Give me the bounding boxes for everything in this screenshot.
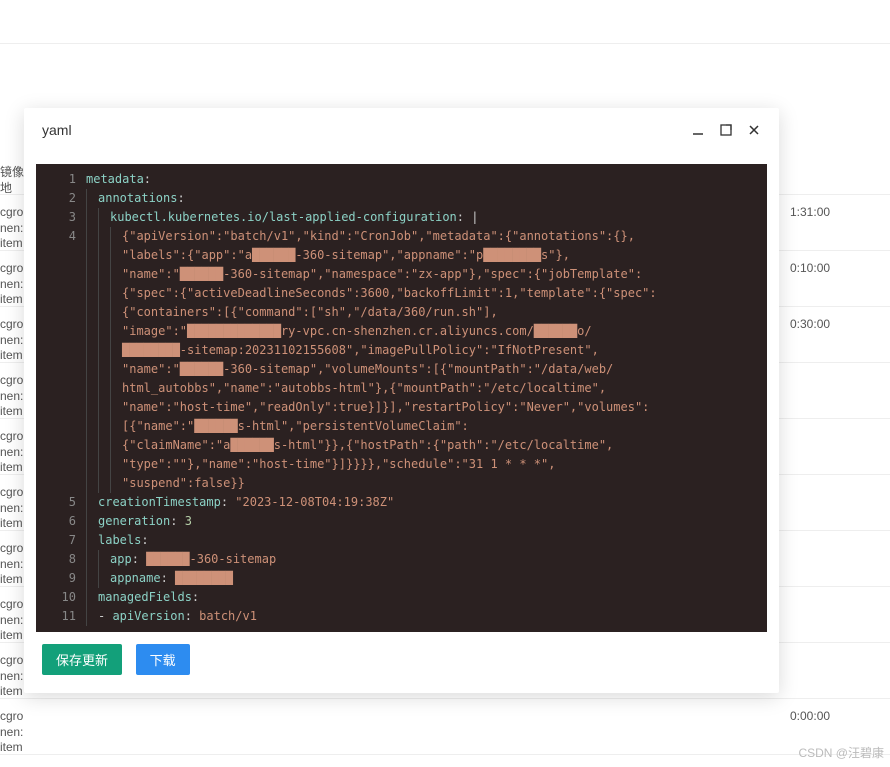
yaml-modal: yaml 1234567891011 metadata:annotations:… — [24, 108, 779, 693]
line-gutter: 1234567891011 — [36, 164, 86, 632]
bg-time: 0:10:00 — [790, 257, 890, 281]
table-row: cgronen:item0:00:00 — [0, 699, 890, 755]
bg-time — [790, 369, 890, 377]
modal-header: yaml — [24, 108, 779, 152]
page-divider — [0, 43, 890, 44]
bg-time — [790, 425, 890, 433]
code-body[interactable]: metadata:annotations:kubectl.kubernetes.… — [86, 164, 767, 632]
minimize-icon[interactable] — [691, 123, 705, 137]
modal-actions: 保存更新 下载 — [24, 644, 779, 693]
bg-time: 0:30:00 — [790, 313, 890, 337]
watermark: CSDN @汪碧康 — [798, 744, 884, 761]
editor-container: 1234567891011 metadata:annotations:kubec… — [24, 152, 779, 644]
bg-time: 0:00:00 — [790, 705, 890, 729]
close-icon[interactable] — [747, 123, 761, 137]
code-editor[interactable]: 1234567891011 metadata:annotations:kubec… — [36, 164, 767, 632]
bg-time — [790, 537, 890, 545]
expand-icon[interactable] — [719, 123, 733, 137]
bg-cell: cgronen:item — [0, 705, 30, 760]
bg-time — [790, 649, 890, 657]
modal-title: yaml — [42, 122, 72, 138]
save-button[interactable]: 保存更新 — [42, 644, 122, 675]
bg-time: 1:31:00 — [790, 201, 890, 225]
bg-time — [790, 593, 890, 601]
bg-time — [790, 481, 890, 489]
download-button[interactable]: 下载 — [136, 644, 190, 675]
